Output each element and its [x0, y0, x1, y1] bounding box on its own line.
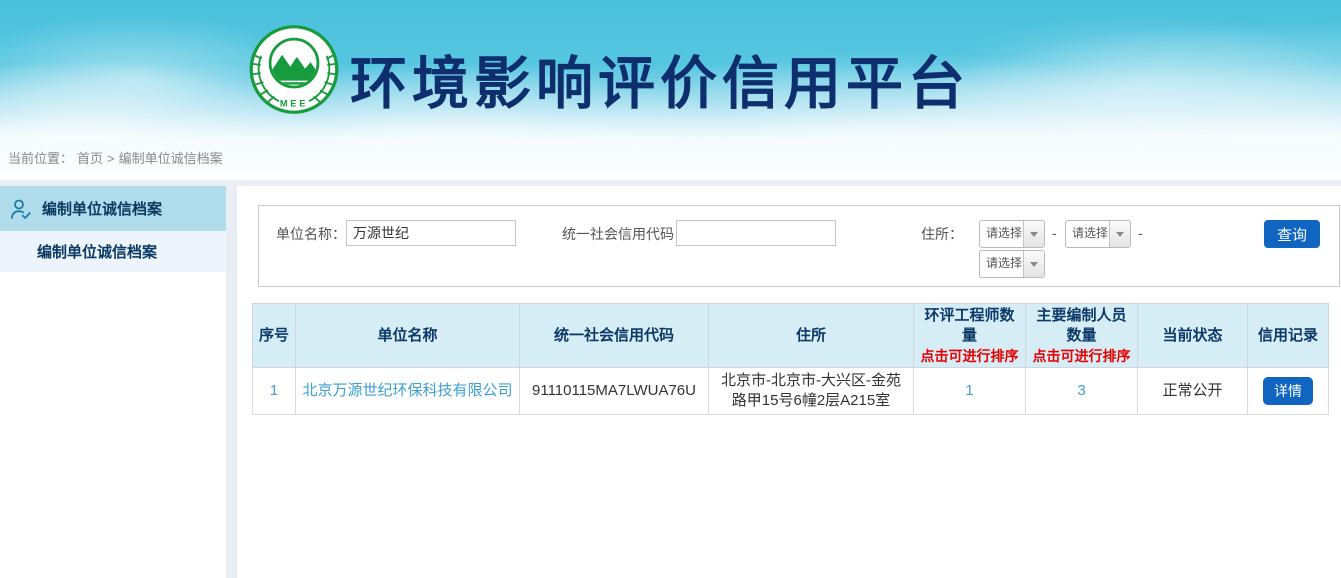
table-row: 1 北京万源世纪环保科技有限公司 91110115MA7LWUA76U 北京市-… [253, 368, 1329, 415]
cell-status: 正常公开 [1138, 368, 1248, 415]
address-separator-1: - [1052, 220, 1057, 246]
cell-staff-count: 3 [1026, 368, 1138, 415]
cell-unit-name: 北京万源世纪环保科技有限公司 [296, 368, 520, 415]
sidebar-subitem-label: 编制单位诚信档案 [37, 241, 157, 262]
query-button[interactable]: 查询 [1264, 220, 1320, 248]
address-separator-2: - [1138, 220, 1143, 246]
unit-name-input[interactable] [346, 220, 516, 246]
unit-name-label: 单位名称： [276, 220, 346, 248]
chevron-down-icon [1030, 232, 1038, 237]
address-label: 住所： [921, 220, 963, 248]
province-select-arrow-button[interactable] [1023, 221, 1044, 247]
sidebar: 编制单位诚信档案 编制单位诚信档案 [0, 186, 226, 578]
header-credit-code: 统一社会信用代码 [520, 304, 709, 368]
row-seq: 1 [270, 382, 278, 399]
province-select[interactable]: 请选择 [979, 220, 1045, 248]
breadcrumb-current: 编制单位诚信档案 [119, 151, 223, 166]
district-select[interactable]: 请选择 [979, 250, 1045, 278]
search-panel: 单位名称： 统一社会信用代码： 住所： 请选择 - 请选择 - 请选择 查询 [258, 205, 1340, 287]
engineer-count-link[interactable]: 1 [965, 382, 973, 399]
header-status: 当前状态 [1138, 304, 1248, 368]
header-credit-record: 信用记录 [1248, 304, 1329, 368]
header-seq: 序号 [253, 304, 296, 368]
header-engineer-count-label: 环评工程师数量 [924, 307, 1014, 344]
city-select[interactable]: 请选择 [1065, 220, 1131, 248]
table-header-row: 序号 单位名称 统一社会信用代码 住所 环评工程师数量 点击可进行排序 主要编制… [253, 304, 1329, 368]
breadcrumb-separator: > [107, 151, 115, 166]
cell-address: 北京市-北京市-大兴区-金苑路甲15号6幢2层A215室 [709, 368, 914, 415]
site-title: 环境影响评价信用平台 [350, 38, 970, 120]
credit-code-input[interactable] [676, 220, 836, 246]
chevron-down-icon [1116, 232, 1124, 237]
header-address: 住所 [709, 304, 914, 368]
cell-credit-record: 详情 [1248, 368, 1329, 415]
cell-credit-code: 91110115MA7LWUA76U [520, 368, 709, 415]
sort-hint: 点击可进行排序 [918, 347, 1021, 366]
district-select-value: 请选择 [980, 251, 1023, 277]
cell-engineer-count: 1 [914, 368, 1026, 415]
sky-banner: MEE 环境影响评价信用平台 [0, 0, 1341, 142]
sidebar-content-divider [226, 186, 237, 578]
main-content: 单位名称： 统一社会信用代码： 住所： 请选择 - 请选择 - 请选择 查询 序… [237, 186, 1341, 578]
header-engineer-count-sortable[interactable]: 环评工程师数量 点击可进行排序 [914, 304, 1026, 368]
district-select-arrow-button[interactable] [1023, 251, 1044, 277]
header-staff-count-sortable[interactable]: 主要编制人员数量 点击可进行排序 [1026, 304, 1138, 368]
sort-hint: 点击可进行排序 [1030, 347, 1133, 366]
breadcrumb: 当前位置： 首页 > 编制单位诚信档案 [0, 142, 1341, 180]
sidebar-item-unit-credit-archive[interactable]: 编制单位诚信档案 [0, 186, 226, 231]
breadcrumb-label: 当前位置： [8, 151, 73, 166]
breadcrumb-home-link[interactable]: 首页 [77, 151, 103, 166]
city-select-arrow-button[interactable] [1109, 221, 1130, 247]
detail-button[interactable]: 详情 [1263, 377, 1313, 405]
staff-count-link[interactable]: 3 [1077, 382, 1085, 399]
sidebar-subitem-unit-credit-archive[interactable]: 编制单位诚信档案 [0, 231, 226, 272]
sidebar-item-label: 编制单位诚信档案 [42, 198, 162, 219]
header-unit-name: 单位名称 [296, 304, 520, 368]
unit-name-link[interactable]: 北京万源世纪环保科技有限公司 [302, 382, 512, 399]
cell-seq: 1 [253, 368, 296, 415]
chevron-down-icon [1030, 262, 1038, 267]
province-select-value: 请选择 [980, 221, 1023, 247]
mee-logo-icon: MEE [248, 22, 340, 117]
credit-code-label: 统一社会信用代码： [562, 220, 688, 248]
city-select-value: 请选择 [1066, 221, 1109, 247]
logo-text: MEE [280, 98, 308, 108]
header-staff-count-label: 主要编制人员数量 [1036, 307, 1126, 344]
user-check-icon [9, 197, 33, 221]
results-table: 序号 单位名称 统一社会信用代码 住所 环评工程师数量 点击可进行排序 主要编制… [252, 303, 1329, 415]
